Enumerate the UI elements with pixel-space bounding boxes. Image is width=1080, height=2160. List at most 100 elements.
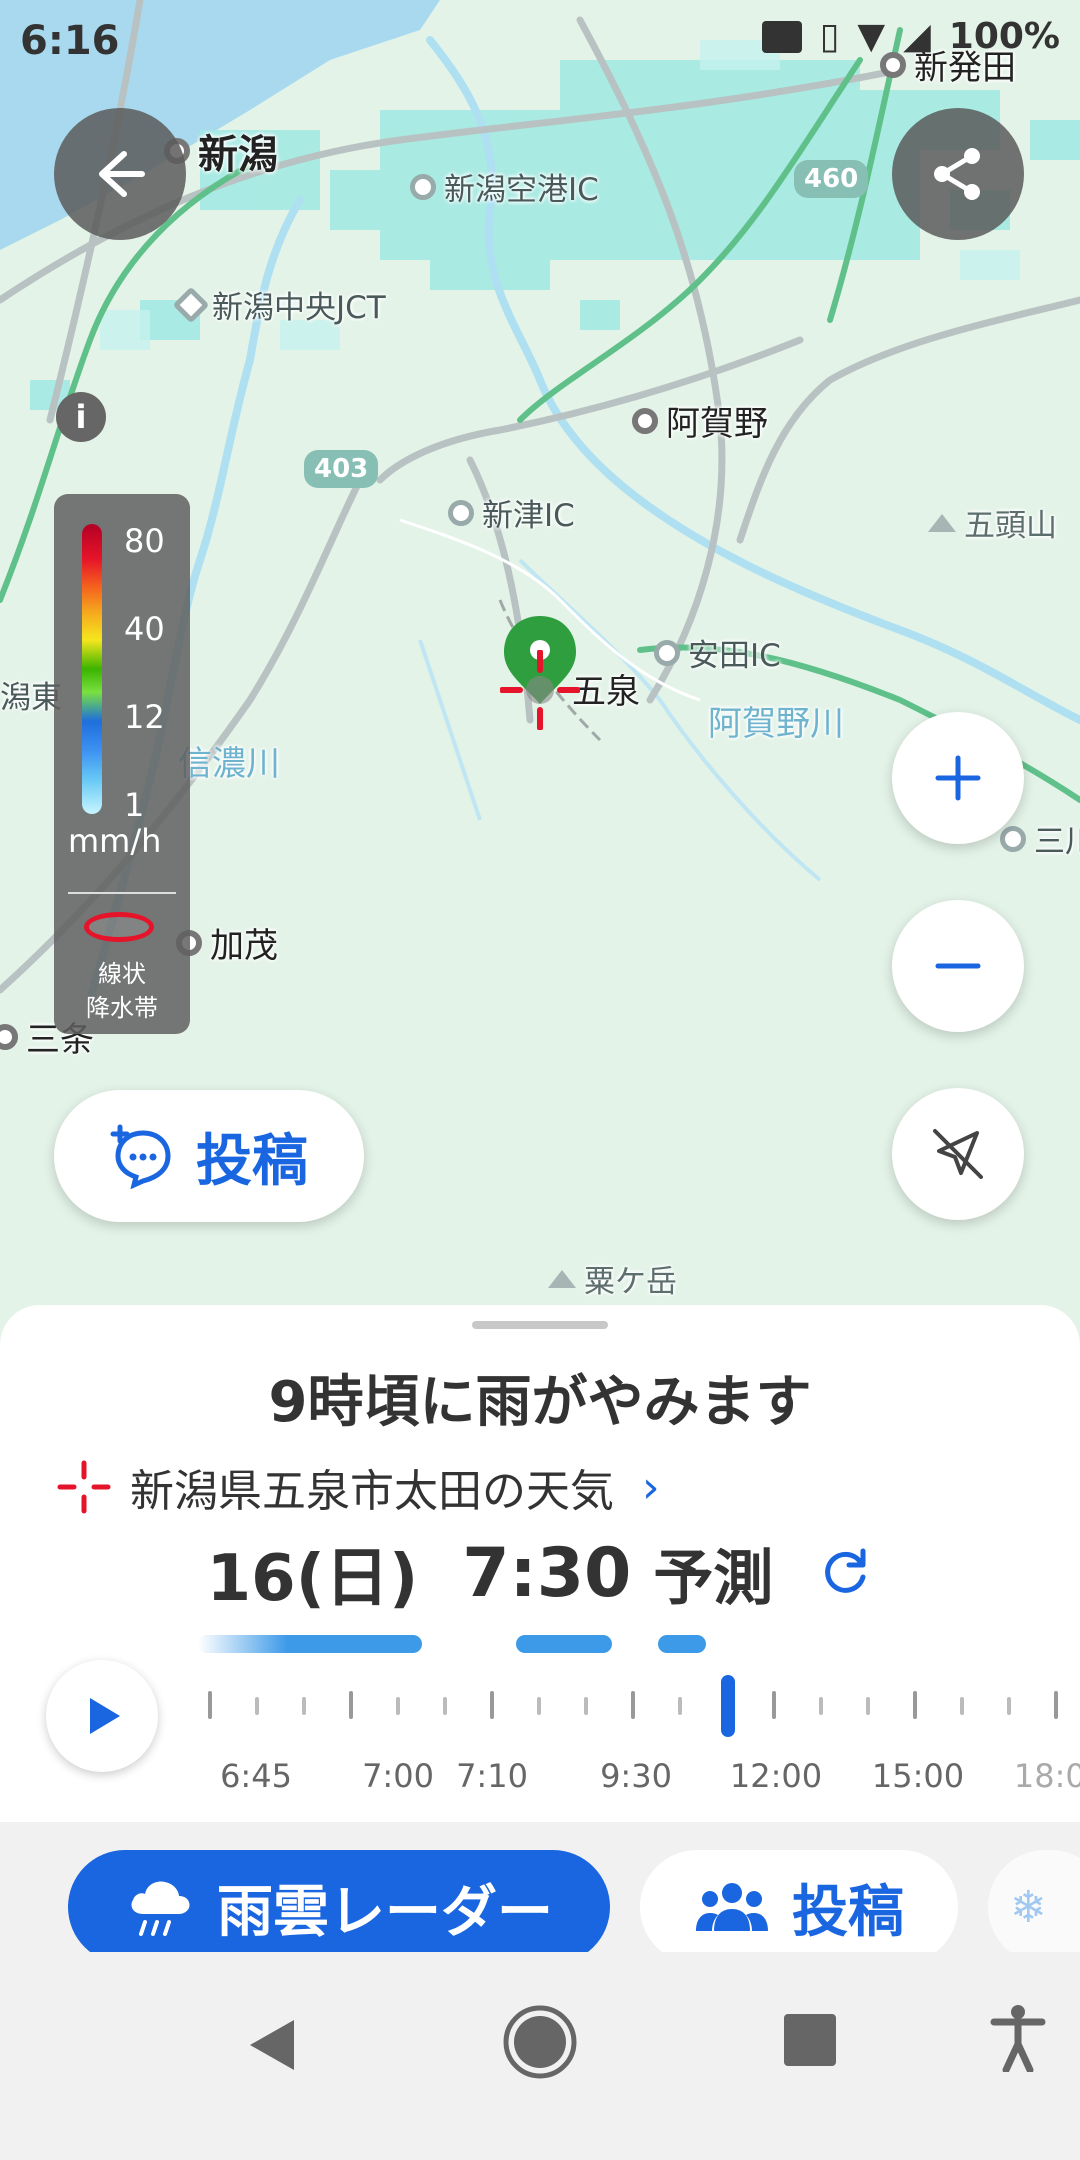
place-kamo[interactable]: 加茂	[176, 918, 278, 967]
zoom-out-button[interactable]	[892, 900, 1024, 1032]
tab-posts-label: 投稿	[792, 1879, 904, 1945]
place-yasuda-ic[interactable]: 安田IC	[654, 630, 781, 675]
info-button[interactable]: i	[56, 392, 106, 442]
time-slider-thumb[interactable]	[721, 1675, 735, 1737]
nav-back-icon[interactable]	[240, 2012, 306, 2078]
back-button[interactable]	[54, 108, 186, 240]
rain-legend: 80 40 12 1 mm/h 線状 降水帯	[54, 494, 190, 1034]
snowflake-icon: ❄	[1010, 1881, 1047, 1933]
mountain-icon	[928, 513, 956, 532]
share-button[interactable]	[892, 108, 1024, 240]
time-tick	[1054, 1691, 1058, 1719]
time-tick	[584, 1697, 588, 1715]
back-arrow-icon	[99, 151, 145, 197]
rain-presence-bars	[0, 1635, 1080, 1655]
forecast-date: 16(日)	[206, 1542, 419, 1616]
location-crosshair-icon	[57, 1460, 111, 1514]
location-name: 新潟県五泉市太田の天気	[130, 1466, 614, 1517]
time-tick	[631, 1691, 635, 1719]
sheet-drag-handle[interactable]	[472, 1321, 608, 1329]
time-label: 7:10	[456, 1757, 528, 1795]
place-awagatake[interactable]: 粟ケ岳	[548, 1256, 677, 1301]
legend-level-40: 40	[124, 610, 165, 648]
nav-recents-icon[interactable]	[782, 2012, 838, 2068]
minus-icon	[935, 963, 981, 969]
vibrate-icon: ▯	[819, 16, 840, 57]
forecast-time-row: 16(日) 7:30 予測	[0, 1527, 1080, 1619]
plus-icon	[935, 755, 981, 801]
add-comment-icon	[110, 1124, 171, 1189]
river-shinano: 信濃川	[178, 744, 280, 784]
mountain-icon	[548, 1269, 576, 1288]
jct-marker-icon	[172, 286, 210, 323]
place-gozusan[interactable]: 五頭山	[928, 500, 1057, 545]
place-sangawa[interactable]: 三川	[1000, 816, 1080, 861]
rain-bar	[658, 1635, 706, 1653]
ic-marker-icon	[448, 499, 474, 526]
status-bar: 6:16 ▯ ▼ ◢ 100%	[0, 0, 1080, 84]
legend-band-label-2: 降水帯	[86, 994, 158, 1022]
legend-divider	[68, 892, 176, 894]
route-shield-403: 403	[304, 450, 379, 488]
chevron-right-icon: ›	[642, 1461, 660, 1513]
forecast-time: 7:30	[462, 1533, 632, 1613]
battery-level: 100%	[948, 16, 1060, 57]
tab-posts[interactable]: 投稿	[640, 1850, 958, 1964]
post-button[interactable]: 投稿	[54, 1090, 364, 1222]
location-weather-link[interactable]: 新潟県五泉市太田の天気 ›	[56, 1455, 660, 1519]
tab-snow[interactable]: ❄	[988, 1850, 1080, 1964]
accessibility-icon[interactable]	[990, 2004, 1046, 2072]
zoom-in-button[interactable]	[892, 712, 1024, 844]
legend-color-bar	[82, 524, 102, 814]
river-agano: 阿賀野川	[708, 704, 844, 744]
time-label: 18:00	[1013, 1757, 1080, 1795]
time-tick	[396, 1697, 400, 1715]
place-niigata-airport-ic[interactable]: 新潟空港IC	[410, 164, 599, 209]
time-tick	[255, 1697, 259, 1715]
rain-cloud-icon	[131, 1881, 190, 1936]
time-tick	[349, 1691, 353, 1719]
time-tick	[1007, 1697, 1011, 1715]
time-slider[interactable]: 6:45 7:00 7:10 9:30 12:00 15:00 18:00	[190, 1675, 1080, 1825]
time-tick	[960, 1697, 964, 1715]
status-time: 6:16	[20, 18, 120, 64]
tab-rain-radar[interactable]: 雨雲レーダー	[68, 1850, 610, 1964]
rain-bar	[198, 1635, 422, 1653]
legend-level-1: 1	[124, 786, 145, 824]
signal-icon: ◢	[903, 16, 931, 57]
time-label: 15:00	[871, 1757, 965, 1795]
place-niigata-chuo-jct[interactable]: 新潟中央JCT	[172, 282, 386, 327]
time-tick	[866, 1697, 870, 1715]
share-icon	[934, 148, 980, 200]
ic-marker-icon	[1000, 825, 1026, 852]
legend-level-12: 12	[124, 698, 165, 736]
time-label: 12:00	[729, 1757, 823, 1795]
city-marker-icon	[632, 407, 658, 434]
location-tracking-button[interactable]	[892, 1088, 1024, 1220]
place-agano[interactable]: 阿賀野	[632, 396, 768, 445]
crosshair-marker-icon	[500, 650, 580, 730]
navigation-off-icon	[933, 1129, 983, 1179]
nav-home-icon[interactable]	[500, 2002, 580, 2082]
time-label: 7:00	[362, 1757, 434, 1795]
time-label: 9:30	[600, 1757, 672, 1795]
refresh-icon[interactable]	[817, 1545, 873, 1601]
linear-rainband-icon	[84, 912, 154, 942]
play-button[interactable]	[46, 1660, 158, 1772]
ic-marker-icon	[410, 173, 436, 200]
place-gosen[interactable]: 五泉	[572, 664, 640, 713]
time-tick	[537, 1697, 541, 1715]
wifi-icon: ▼	[857, 16, 886, 57]
ic-marker-icon	[654, 639, 680, 666]
forecast-mode: 予測	[653, 1543, 774, 1614]
rain-bar	[516, 1635, 612, 1653]
time-tick	[443, 1697, 447, 1715]
play-icon	[90, 1698, 120, 1734]
legend-unit: mm/h	[68, 822, 162, 860]
place-katahigashi[interactable]: 潟東	[0, 672, 62, 717]
time-tick	[913, 1691, 917, 1719]
city-marker-icon	[0, 1023, 18, 1050]
forecast-sheet[interactable]: 9時頃に雨がやみます 新潟県五泉市太田の天気 › 16(日) 7:30 予測 6…	[0, 1305, 1080, 1825]
system-nav-bar	[0, 1952, 1080, 2160]
place-niitsu-ic[interactable]: 新津IC	[448, 490, 575, 535]
